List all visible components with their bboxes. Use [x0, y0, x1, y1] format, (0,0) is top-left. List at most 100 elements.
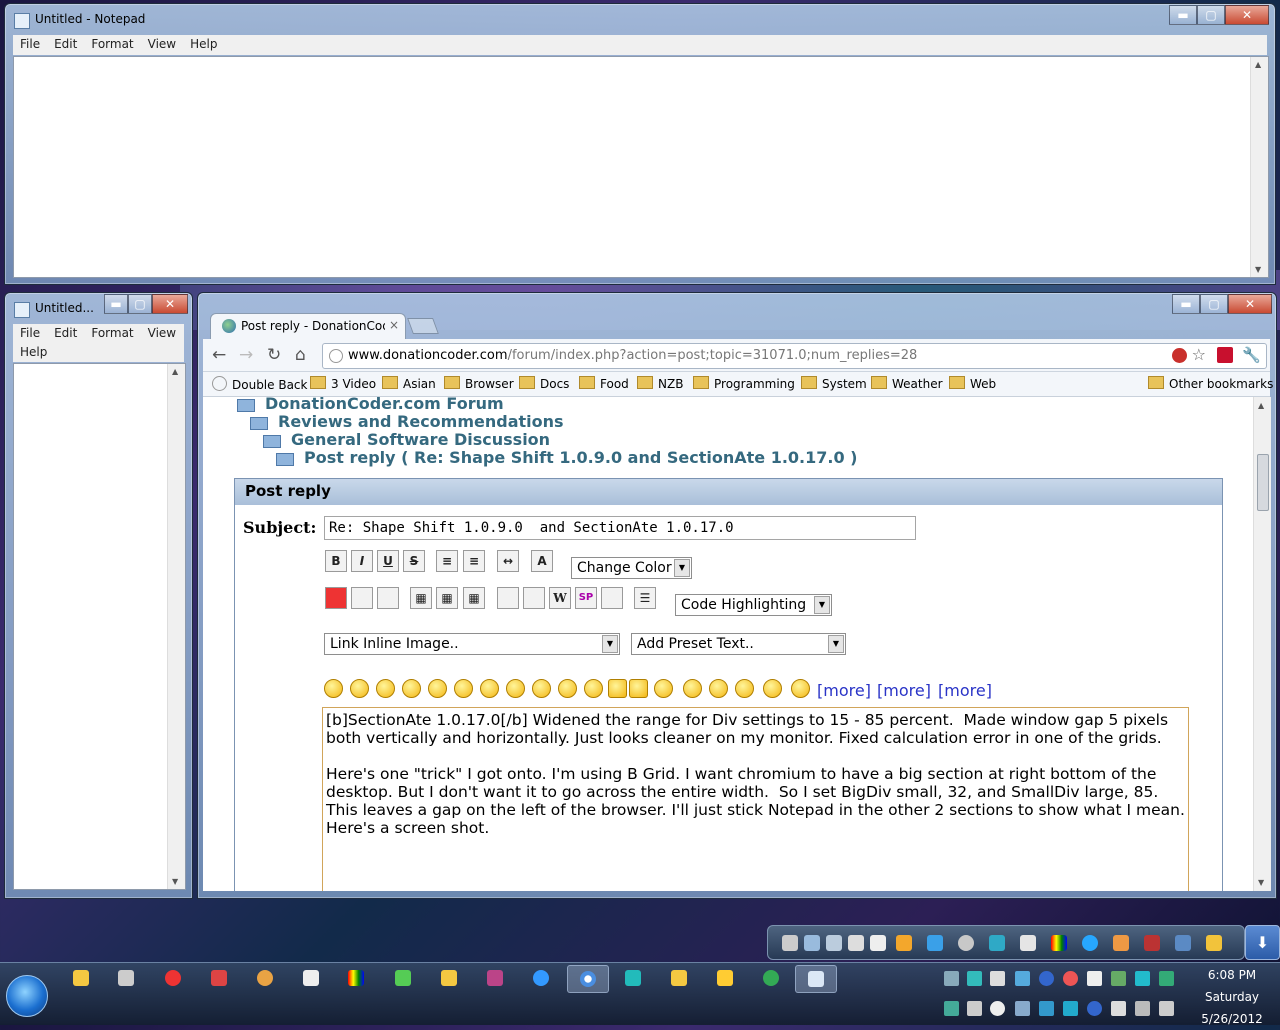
- menu-edit[interactable]: Edit: [47, 35, 84, 54]
- tray-icon[interactable]: [1063, 1001, 1078, 1016]
- smiley-smile-icon[interactable]: [350, 679, 369, 698]
- ql-app-icon[interactable]: [958, 935, 974, 951]
- menu-view[interactable]: View: [141, 35, 183, 54]
- notepad-text-area[interactable]: ▲ ▼: [13, 56, 1269, 278]
- menu-edit[interactable]: Edit: [47, 324, 84, 343]
- minimize-button[interactable]: ▬: [1169, 5, 1197, 25]
- scroll-up-icon[interactable]: ▲: [172, 367, 178, 376]
- tray-icon[interactable]: [1087, 1001, 1102, 1016]
- minimize-button[interactable]: ▬: [1172, 294, 1200, 314]
- smiley-sad-icon[interactable]: [428, 679, 447, 698]
- taskbar-app[interactable]: [338, 967, 374, 989]
- tray-icon[interactable]: [1111, 1001, 1126, 1016]
- tray-icon[interactable]: [1111, 971, 1126, 986]
- ql-app-icon[interactable]: [1020, 935, 1036, 951]
- smiley-embarrassed-icon[interactable]: [584, 679, 603, 698]
- subject-input[interactable]: Re: Shape Shift 1.0.9.0 and SectionAte 1…: [324, 516, 916, 540]
- list-icon[interactable]: ☰: [634, 587, 656, 609]
- ql-app-icon[interactable]: [804, 935, 820, 951]
- ql-app-icon[interactable]: [1082, 935, 1098, 951]
- wikipedia-icon[interactable]: W: [549, 587, 571, 609]
- taskbar-app[interactable]: [523, 967, 559, 989]
- taskbar-app[interactable]: [247, 967, 283, 989]
- tray-icon[interactable]: [944, 1001, 959, 1016]
- notepad-window-top[interactable]: Untitled - Notepad ▬ ▢ ✕ File Edit Format V…: [4, 3, 1276, 285]
- smiley-worried-icon[interactable]: [709, 679, 728, 698]
- font-size-icon[interactable]: A: [531, 550, 553, 572]
- align-center-icon[interactable]: ≡: [463, 550, 485, 572]
- scrollbar-thumb[interactable]: [1257, 454, 1269, 511]
- bookmark-folder[interactable]: Programming: [693, 376, 795, 391]
- image-icon[interactable]: [351, 587, 373, 609]
- menu-help[interactable]: Help: [13, 343, 54, 362]
- quick-launch-arrow-icon[interactable]: ⬇: [1245, 925, 1280, 960]
- bookmark-folder[interactable]: Weather: [871, 376, 943, 391]
- taskbar-app[interactable]: [661, 967, 697, 989]
- volume-icon[interactable]: [1159, 1001, 1174, 1016]
- bookmark-folder[interactable]: System: [801, 376, 867, 391]
- ql-app-icon[interactable]: [870, 935, 886, 951]
- other-bookmarks[interactable]: Other bookmarks: [1148, 376, 1273, 391]
- smiley-wink-icon[interactable]: [402, 679, 421, 698]
- extension-icon[interactable]: [1217, 347, 1233, 363]
- underline-button[interactable]: U: [377, 550, 399, 572]
- notepad-titlebar[interactable]: Untitled - Notepad ▬ ▢ ✕: [5, 4, 1275, 34]
- more-smileys-link[interactable]: [more]: [938, 681, 992, 700]
- bookmark-folder[interactable]: Browser: [444, 376, 514, 391]
- ql-app-icon[interactable]: [1113, 935, 1129, 951]
- notepad-text-area[interactable]: ▲ ▼: [13, 363, 186, 890]
- vertical-scrollbar[interactable]: ▲ ▼: [167, 364, 185, 889]
- tray-icon[interactable]: [1015, 971, 1030, 986]
- more-smileys-link[interactable]: [more]: [817, 681, 871, 700]
- ql-app-icon[interactable]: [1144, 935, 1160, 951]
- adblock-icon[interactable]: [1172, 348, 1187, 363]
- wrench-icon[interactable]: 🔧: [1242, 346, 1261, 364]
- smiley-scared-icon[interactable]: [683, 679, 702, 698]
- tray-icon[interactable]: [944, 971, 959, 986]
- bookmark-folder[interactable]: Docs: [519, 376, 569, 391]
- smiley-surprised-icon[interactable]: [532, 679, 551, 698]
- bookmark-folder[interactable]: 3 Video: [310, 376, 376, 391]
- smiley-cool-icon[interactable]: [376, 679, 395, 698]
- menu-help[interactable]: Help: [183, 35, 224, 54]
- home-icon[interactable]: ⌂: [295, 345, 306, 365]
- tray-icon[interactable]: [990, 971, 1005, 986]
- link-globe-icon[interactable]: [377, 587, 399, 609]
- bold-button[interactable]: B: [325, 550, 347, 572]
- bookmark-folder[interactable]: Asian: [382, 376, 436, 391]
- page-info-icon[interactable]: [329, 349, 343, 363]
- menu-file[interactable]: File: [13, 324, 47, 343]
- smiley-roll-eyes-icon[interactable]: [735, 679, 754, 698]
- scroll-down-icon[interactable]: ▼: [172, 877, 178, 886]
- tray-icon[interactable]: [1015, 1001, 1030, 1016]
- close-button[interactable]: ✕: [1228, 294, 1272, 314]
- ql-app-icon[interactable]: [1175, 935, 1191, 951]
- taskbar-app[interactable]: [155, 967, 191, 989]
- reload-icon[interactable]: ↻: [267, 345, 281, 365]
- taskbar-app[interactable]: [108, 967, 144, 989]
- tray-icon[interactable]: [1063, 971, 1078, 986]
- taskbar-app[interactable]: [293, 967, 329, 989]
- strikethrough-button[interactable]: S: [403, 550, 425, 572]
- horizontal-rule-icon[interactable]: ↔: [497, 550, 519, 572]
- notepad-window-small[interactable]: Untitled... ▬ ▢ ✕ File Edit Format View Help…: [4, 292, 193, 899]
- smiley-pointing-icon[interactable]: [629, 679, 648, 698]
- back-arrow-icon[interactable]: ←: [212, 345, 226, 365]
- smiley-party-icon[interactable]: [654, 679, 673, 698]
- message-textarea[interactable]: [b]SectionAte 1.0.17.0[/b] Widened the r…: [322, 707, 1189, 891]
- ql-app-icon[interactable]: [1051, 935, 1067, 951]
- taskbar-app[interactable]: [201, 967, 237, 989]
- taskbar-notepad[interactable]: [795, 965, 837, 993]
- taskbar-app[interactable]: [615, 967, 651, 989]
- menu-format[interactable]: Format: [84, 35, 140, 54]
- table-column-icon[interactable]: ▦: [463, 587, 485, 609]
- maximize-button[interactable]: ▢: [128, 294, 152, 314]
- youtube-icon[interactable]: [325, 587, 347, 609]
- tab-post-reply[interactable]: Post reply - DonationCoder ×: [210, 313, 406, 339]
- taskbar-explorer[interactable]: [63, 967, 99, 989]
- scroll-down-icon[interactable]: ▼: [1255, 265, 1261, 274]
- ql-app-icon[interactable]: [927, 935, 943, 951]
- address-bar[interactable]: www.donationcoder.com/forum/index.php?ac…: [322, 343, 1267, 369]
- taskbar-app[interactable]: [707, 967, 743, 989]
- reload-post-icon[interactable]: [601, 587, 623, 609]
